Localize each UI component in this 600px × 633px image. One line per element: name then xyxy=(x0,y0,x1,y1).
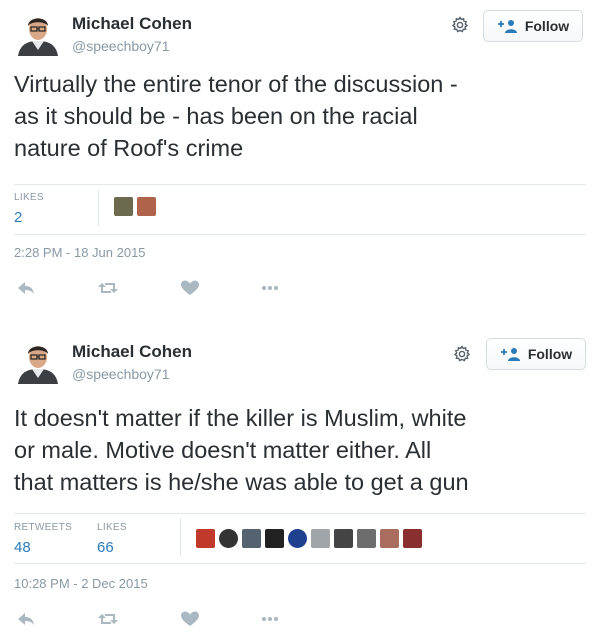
liker-avatar[interactable] xyxy=(334,529,353,548)
liker-avatar[interactable] xyxy=(357,529,376,548)
likes-stat[interactable]: LIKES 66 xyxy=(97,522,127,556)
retweets-stat[interactable]: RETWEETS 48 xyxy=(14,522,72,556)
follow-button[interactable]: Follow xyxy=(486,338,586,370)
liker-avatar[interactable] xyxy=(265,529,284,548)
liker-avatar[interactable] xyxy=(380,529,399,548)
liker-avatar[interactable] xyxy=(403,529,422,548)
liker-avatar[interactable] xyxy=(242,529,261,548)
gear-icon[interactable] xyxy=(453,345,471,363)
add-user-icon xyxy=(500,347,522,361)
tweet-timestamp[interactable]: 10:28 PM - 2 Dec 2015 xyxy=(14,576,148,591)
reply-icon[interactable] xyxy=(14,610,38,628)
tweet-text: It doesn't matter if the killer is Musli… xyxy=(14,402,594,498)
follow-label: Follow xyxy=(527,346,573,362)
retweets-count: 48 xyxy=(14,539,31,556)
tweet-text-line: It doesn't matter if the killer is Musli… xyxy=(14,405,467,431)
liker-avatars xyxy=(196,529,422,548)
avatar[interactable] xyxy=(14,338,62,384)
divider xyxy=(14,513,586,514)
author-name[interactable]: Michael Cohen xyxy=(72,342,192,362)
liker-avatar[interactable] xyxy=(288,529,307,548)
likes-label: LIKES xyxy=(97,522,127,533)
more-icon[interactable] xyxy=(258,610,282,628)
retweet-icon[interactable] xyxy=(96,610,120,628)
liker-avatar[interactable] xyxy=(311,529,330,548)
tweet-text-line: that matters is he/she was able to get a… xyxy=(14,469,469,495)
stat-separator xyxy=(180,518,181,556)
tweet-2: Michael Cohen @speechboy71 Follow It doe… xyxy=(0,0,600,633)
liker-avatar[interactable] xyxy=(219,529,238,548)
likes-count: 66 xyxy=(97,539,114,556)
divider xyxy=(14,563,586,564)
like-icon[interactable] xyxy=(178,610,202,628)
retweets-label: RETWEETS xyxy=(14,522,72,533)
author-handle[interactable]: @speechboy71 xyxy=(72,366,170,382)
tweet-text-line: or male. Motive doesn't matter either. A… xyxy=(14,437,432,463)
liker-avatar[interactable] xyxy=(196,529,215,548)
